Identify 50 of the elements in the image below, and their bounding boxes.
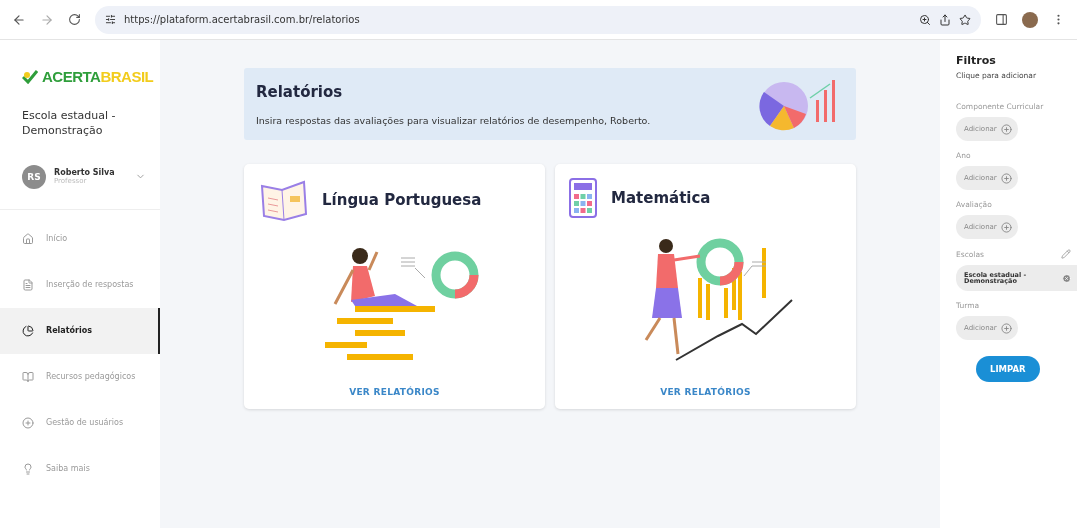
banner-text: Insira respostas das avaliações para visualizar relatórios de desempenho, Roberto.: [256, 114, 652, 126]
remove-icon[interactable]: [1061, 272, 1071, 284]
nav-icon: [22, 370, 34, 383]
view-reports-link[interactable]: VER RELATÓRIOS: [349, 387, 440, 397]
user-name: Roberto Silva: [54, 168, 116, 178]
donut-drawing: [696, 238, 743, 285]
plus-icon: [1000, 322, 1012, 334]
plus-icon: [1000, 172, 1012, 184]
callout-lines: [743, 261, 766, 276]
back-icon[interactable]: [12, 12, 26, 27]
logo-text: ACERTABRASIL: [42, 68, 154, 85]
book-icon: [258, 178, 308, 222]
nav-label: Relatórios: [46, 326, 92, 336]
view-reports-link[interactable]: VER RELATÓRIOS: [660, 387, 751, 397]
filters-title: Filtros: [956, 54, 997, 67]
nav-label: Início: [46, 234, 68, 244]
school-name: Escola estadual - Demonstração: [21, 108, 117, 139]
nav-item[interactable]: Recursos pedagógicos: [0, 353, 160, 400]
nav-icon: [22, 416, 34, 429]
side-panel-icon[interactable]: [995, 13, 1008, 26]
reload-icon[interactable]: [68, 13, 81, 26]
nav-label: Recursos pedagógicos: [46, 372, 136, 382]
banner-title: Relatórios: [256, 82, 344, 101]
plus-icon: [1000, 123, 1012, 135]
subject-title: Língua Portuguesa: [322, 191, 482, 209]
nav-label: Saiba mais: [46, 464, 90, 474]
nav-icon: [22, 324, 34, 337]
user-avatar: RS: [22, 164, 46, 189]
subject-title: Matemática: [611, 189, 711, 207]
address-bar[interactable]: https://plataform.acertabrasil.com.br/relatorios: [95, 5, 981, 34]
bookmark-star-icon[interactable]: [959, 13, 971, 26]
url-text: https://plataform.acertabrasil.com.br/relatorios: [124, 14, 361, 25]
clear-button[interactable]: LIMPAR: [976, 356, 1040, 382]
profile-avatar[interactable]: [1022, 11, 1038, 28]
site-settings-icon[interactable]: [105, 14, 116, 25]
nav-icon: [22, 278, 34, 291]
share-icon[interactable]: [939, 13, 951, 26]
nav-item[interactable]: Saiba mais: [0, 445, 160, 492]
calculator-icon: [569, 178, 597, 218]
nav-item[interactable]: Gestão de usuários: [0, 399, 160, 446]
nav-icon: [22, 462, 34, 475]
nav-item[interactable]: Início: [0, 215, 160, 262]
check-logo-icon: [22, 69, 38, 84]
nav-label: Gestão de usuários: [46, 418, 124, 428]
nav-icon: [22, 232, 34, 245]
plus-icon: [1000, 221, 1012, 233]
nav-item[interactable]: Relatórios: [0, 307, 160, 354]
nav-item[interactable]: Inserção de respostas: [0, 261, 160, 308]
nav-label: Inserção de respostas: [46, 280, 134, 290]
zoom-icon[interactable]: [919, 13, 931, 26]
